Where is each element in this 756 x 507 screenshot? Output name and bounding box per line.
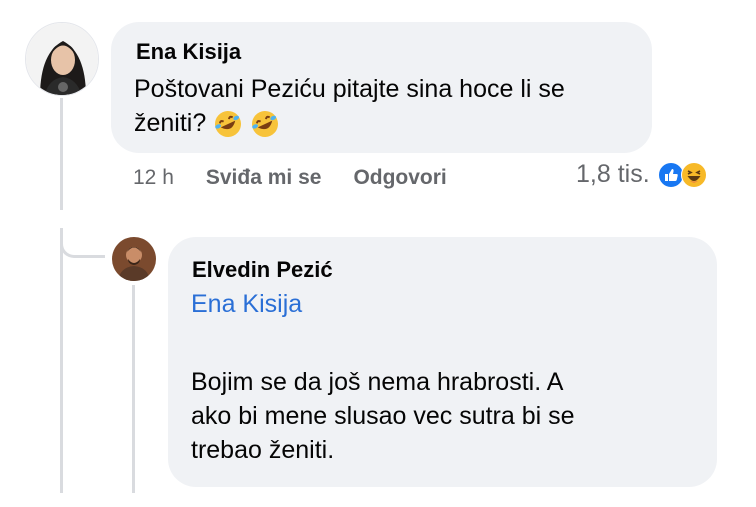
comment-text-line1: Poštovani Peziću pitajte sina hoce li se [134,75,565,103]
thread-line-reply [132,285,135,493]
like-button[interactable]: Sviđa mi se [206,166,322,190]
thread-line-main [60,98,63,210]
comment-text-line2: ženiti? [134,109,207,137]
rofl-emoji-icon [252,111,279,138]
avatar-elvedin-pezic[interactable] [112,237,156,281]
reply-text: Bojim se da još nema hrabrosti. A ako bi… [191,365,706,467]
comment-meta-row: 12 h Sviđa mi se Odgovori [133,166,447,190]
reaction-count: 1,8 tis. [576,160,650,188]
comment-timestamp[interactable]: 12 h [133,166,174,190]
rofl-emoji-icon [215,111,242,138]
reaction-summary[interactable]: 1,8 tis. [576,160,707,189]
comment-bubble[interactable]: Ena Kisija Poštovani Peziću pitajte sina… [111,22,652,153]
avatar-ena-kisija[interactable] [25,22,99,96]
thread-connector-curve [60,228,105,258]
reply-button[interactable]: Odgovori [353,166,446,190]
reply-mention-link[interactable]: Ena Kisija [191,290,302,319]
reply-text-line1: Bojim se da još nema hrabrosti. A [191,368,564,396]
avatar-ena-kisija-image [26,23,98,95]
reply-text-line2: ako bi mene slusao vec sutra bi se [191,402,575,430]
reply-text-line3: trebao ženiti. [191,436,335,464]
thread-line-lower [60,228,63,493]
comment-author[interactable]: Ena Kisija [136,39,241,65]
comment-text: Poštovani Peziću pitajte sina hoce li se… [134,72,644,140]
comment-text-line2-wrap: ženiti? [134,106,644,140]
haha-icon [680,161,707,188]
avatar-elvedin-pezic-image [112,237,156,281]
reply-author[interactable]: Elvedin Pezić [192,257,333,283]
reply-bubble[interactable]: Elvedin Pezić Ena Kisija Bojim se da još… [168,237,717,487]
